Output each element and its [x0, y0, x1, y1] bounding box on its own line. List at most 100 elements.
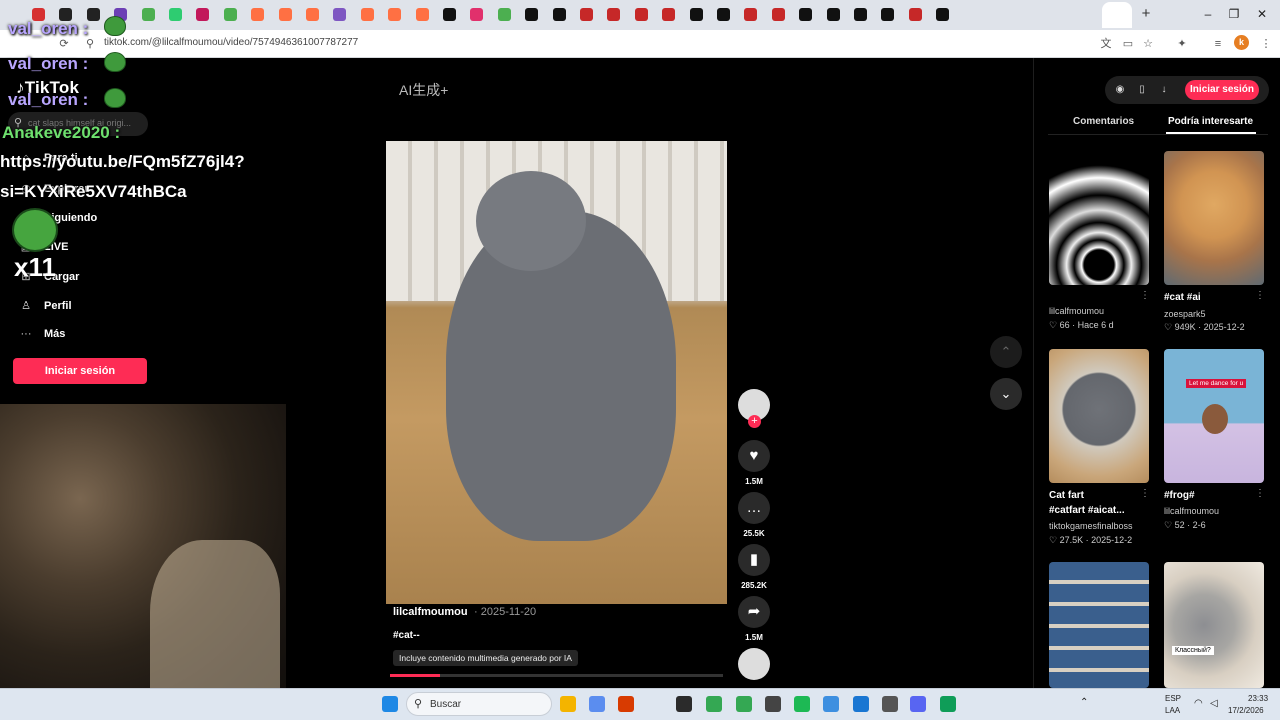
tab-favicon-icon[interactable]	[251, 8, 265, 21]
tab-favicon-icon[interactable]	[662, 8, 676, 21]
taskbar-app-icon[interactable]	[560, 696, 576, 712]
bookmark-star-icon[interactable]: ☆	[1140, 36, 1156, 52]
address-bar[interactable]: tiktok.com/@lilcalfmoumou/video/75749463…	[104, 37, 358, 48]
taskbar-app-icon[interactable]	[676, 696, 692, 712]
wifi-icon[interactable]: ◠	[1194, 698, 1203, 709]
suggested-video-thumbnail[interactable]: Классный?	[1164, 562, 1264, 688]
cast-icon[interactable]: ▭	[1120, 36, 1136, 52]
new-tab-button[interactable]: +	[1138, 6, 1154, 22]
tab-comments[interactable]: Comentarios	[1073, 116, 1134, 127]
more-options-icon[interactable]: ⋮	[1255, 290, 1265, 301]
tab-favicon-icon[interactable]	[388, 8, 402, 21]
suggested-video-caption[interactable]: Cat fart	[1049, 490, 1084, 501]
taskbar-app-icon[interactable]	[618, 696, 634, 712]
tab-favicon-icon[interactable]	[771, 8, 785, 21]
tab-favicon-icon[interactable]	[306, 8, 319, 21]
suggested-video-thumbnail[interactable]	[1049, 349, 1149, 483]
tab-favicon-icon[interactable]	[223, 8, 237, 21]
suggested-video-thumbnail[interactable]	[1049, 562, 1149, 688]
profile-avatar[interactable]: k	[1234, 35, 1249, 50]
tab-favicon-icon[interactable]	[169, 8, 182, 21]
tab-favicon-icon[interactable]	[497, 8, 511, 21]
suggested-video-caption-line2[interactable]: #catfart #aicat...	[1049, 505, 1125, 516]
comment-button[interactable]: …	[738, 492, 770, 524]
tab-favicon-icon[interactable]	[443, 8, 456, 21]
follow-plus-icon[interactable]: +	[748, 415, 761, 428]
suggested-video-thumbnail[interactable]: Let me dance for u	[1164, 349, 1264, 483]
tab-favicon-icon[interactable]	[580, 8, 593, 21]
tab-favicon-icon[interactable]	[415, 8, 429, 21]
download-icon[interactable]: ↓	[1158, 84, 1170, 96]
windows-start-icon[interactable]	[382, 696, 398, 712]
share-button[interactable]: ➦	[738, 596, 770, 628]
nav-item-perfil[interactable]: ♙ Perfil	[16, 299, 71, 312]
volume-icon[interactable]: ◁	[1210, 698, 1218, 709]
maximize-button[interactable]: ❐	[1224, 6, 1244, 22]
coins-icon[interactable]: ◉	[1114, 84, 1126, 96]
sidebar-login-button[interactable]: Iniciar sesión	[13, 358, 147, 384]
save-button[interactable]: ▮	[738, 544, 770, 576]
taskbar-app-icon[interactable]	[589, 696, 605, 712]
suggested-video-thumbnail[interactable]	[1049, 151, 1149, 285]
tab-favicon-icon[interactable]	[196, 8, 210, 21]
taskbar-app-icon[interactable]	[765, 696, 781, 712]
reading-list-icon[interactable]: ≡	[1210, 36, 1226, 52]
suggested-video-caption[interactable]: #frog#	[1164, 490, 1195, 501]
video-player[interactable]	[386, 141, 727, 604]
taskbar-app-icon[interactable]	[882, 696, 898, 712]
suggested-video-author[interactable]: tiktokgamesfinalboss	[1049, 521, 1133, 531]
keyboard-layout[interactable]: LAA	[1165, 706, 1180, 715]
tab-favicon-icon[interactable]	[881, 8, 895, 21]
suggested-video-author[interactable]: zoespark5	[1164, 309, 1206, 319]
nav-item-mas[interactable]: ··· Más	[16, 328, 66, 340]
taskbar-search-box[interactable]	[406, 692, 552, 716]
tray-chevron-icon[interactable]: ⌃	[1080, 697, 1088, 708]
header-login-button[interactable]: Iniciar sesión	[1185, 80, 1259, 100]
tab-favicon-icon[interactable]	[799, 8, 813, 21]
minimize-button[interactable]: –	[1198, 6, 1218, 22]
video-description[interactable]: #cat--	[393, 630, 420, 641]
more-options-icon[interactable]: ⋮	[1140, 290, 1150, 301]
video-author[interactable]: lilcalfmoumou	[393, 606, 468, 618]
taskbar-app-icon[interactable]	[910, 696, 926, 712]
tab-favicon-icon[interactable]	[908, 8, 922, 21]
tab-favicon-icon[interactable]	[552, 8, 566, 21]
tab-favicon-icon[interactable]	[854, 8, 867, 21]
close-window-button[interactable]: ✕	[1252, 6, 1272, 22]
taskbar-app-icon[interactable]	[706, 696, 722, 712]
suggested-video-caption[interactable]: #cat #ai	[1164, 292, 1201, 303]
tab-favicon-icon[interactable]	[936, 8, 950, 21]
suggested-video-author[interactable]: lilcalfmoumou	[1049, 306, 1104, 316]
translate-icon[interactable]: 文	[1098, 36, 1114, 52]
tab-suggested[interactable]: Podría interesarte	[1168, 116, 1253, 127]
suggested-video-author[interactable]: lilcalfmoumou	[1164, 506, 1219, 516]
more-options-icon[interactable]: ⋮	[1140, 488, 1150, 499]
more-options-icon[interactable]: ⋮	[1255, 488, 1265, 499]
tab-favicon-icon[interactable]	[689, 8, 703, 21]
clock-time[interactable]: 23:33	[1248, 694, 1268, 703]
like-button[interactable]: ♥	[738, 440, 770, 472]
music-disc[interactable]	[738, 648, 770, 680]
previous-video-button[interactable]: ⌃	[990, 336, 1022, 368]
taskbar-app-icon[interactable]	[940, 696, 956, 712]
tab-favicon-icon[interactable]	[826, 8, 840, 21]
tab-favicon-icon[interactable]	[141, 8, 155, 21]
device-icon[interactable]: ▯	[1136, 84, 1148, 96]
extensions-icon[interactable]: ✦	[1174, 36, 1190, 52]
next-video-button[interactable]: ⌄	[990, 378, 1022, 410]
clock-date[interactable]: 17/2/2026	[1228, 706, 1264, 715]
tab-favicon-icon[interactable]	[333, 8, 347, 21]
browser-menu-icon[interactable]: ⋮	[1258, 36, 1274, 52]
tab-favicon-icon[interactable]	[470, 8, 484, 21]
tab-favicon-icon[interactable]	[634, 8, 648, 21]
taskbar-app-icon[interactable]	[853, 696, 869, 712]
tab-favicon-icon[interactable]	[717, 8, 730, 21]
taskbar-app-icon[interactable]	[823, 696, 839, 712]
tab-favicon-icon[interactable]	[744, 8, 758, 21]
tab-favicon-icon[interactable]	[607, 8, 621, 21]
tab-favicon-icon[interactable]	[278, 8, 292, 21]
suggested-video-thumbnail[interactable]	[1164, 151, 1264, 285]
active-tab[interactable]	[1102, 2, 1132, 28]
tab-favicon-icon[interactable]	[86, 8, 100, 21]
taskbar-app-icon[interactable]	[794, 696, 810, 712]
